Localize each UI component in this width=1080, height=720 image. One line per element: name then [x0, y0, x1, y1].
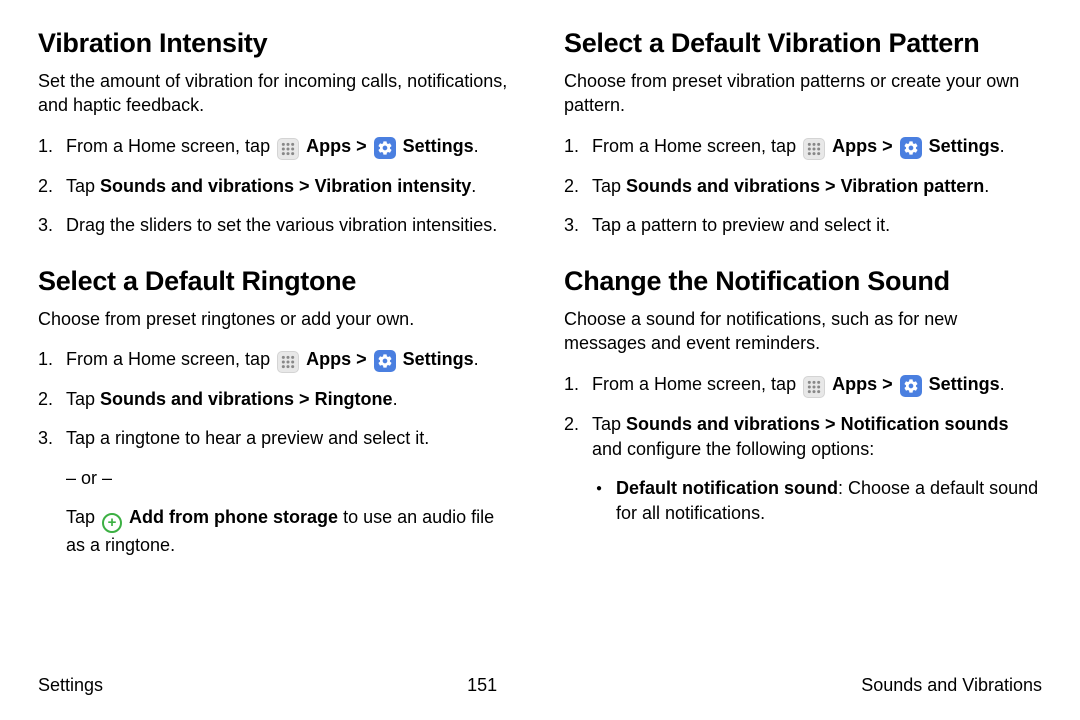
apps-label: Apps: [832, 374, 877, 394]
settings-icon: [374, 350, 396, 372]
settings-icon: [374, 137, 396, 159]
steps-list: From a Home screen, tap Apps > Settings.…: [38, 134, 516, 238]
step-item: From a Home screen, tap Apps > Settings.: [564, 134, 1042, 160]
settings-label: Settings: [403, 349, 474, 369]
plus-icon: +: [102, 513, 122, 533]
intro-text: Choose from preset ringtones or add your…: [38, 307, 516, 331]
step-alt: Tap + Add from phone storage to use an a…: [66, 505, 516, 558]
apps-label: Apps: [306, 136, 351, 156]
step-item: Tap Sounds and vibrations > Vibration pa…: [564, 174, 1042, 199]
heading-vibration-pattern: Select a Default Vibration Pattern: [564, 28, 1042, 59]
section-notification-sound: Change the Notification Sound Choose a s…: [564, 266, 1042, 526]
settings-label: Settings: [929, 136, 1000, 156]
step-item: From a Home screen, tap Apps > Settings.: [38, 347, 516, 373]
steps-list: From a Home screen, tap Apps > Settings.…: [564, 372, 1042, 527]
settings-label: Settings: [403, 136, 474, 156]
heading-notification-sound: Change the Notification Sound: [564, 266, 1042, 297]
step-item: Tap a pattern to preview and select it.: [564, 213, 1042, 238]
step-item: From a Home screen, tap Apps > Settings.: [564, 372, 1042, 398]
options-list: Default notification sound: Choose a def…: [592, 476, 1042, 526]
apps-icon: [277, 351, 299, 373]
left-column: Vibration Intensity Set the amount of vi…: [38, 28, 516, 586]
footer-page-number: 151: [467, 675, 497, 696]
apps-icon: [803, 376, 825, 398]
settings-icon: [900, 137, 922, 159]
section-vibration-pattern: Select a Default Vibration Pattern Choos…: [564, 28, 1042, 238]
steps-list: From a Home screen, tap Apps > Settings.…: [564, 134, 1042, 238]
apps-label: Apps: [306, 349, 351, 369]
step-item: From a Home screen, tap Apps > Settings.: [38, 134, 516, 160]
apps-label: Apps: [832, 136, 877, 156]
intro-text: Choose from preset vibration patterns or…: [564, 69, 1042, 118]
footer-left: Settings: [38, 675, 103, 696]
apps-icon: [277, 138, 299, 160]
step-item: Drag the sliders to set the various vibr…: [38, 213, 516, 238]
intro-text: Choose a sound for notifications, such a…: [564, 307, 1042, 356]
apps-icon: [803, 138, 825, 160]
or-separator: – or –: [66, 466, 516, 491]
heading-default-ringtone: Select a Default Ringtone: [38, 266, 516, 297]
steps-list: From a Home screen, tap Apps > Settings.…: [38, 347, 516, 558]
option-item: Default notification sound: Choose a def…: [592, 476, 1042, 526]
settings-icon: [900, 375, 922, 397]
step-item: Tap Sounds and vibrations > Notification…: [564, 412, 1042, 527]
section-default-ringtone: Select a Default Ringtone Choose from pr…: [38, 266, 516, 558]
heading-vibration-intensity: Vibration Intensity: [38, 28, 516, 59]
page-footer: Settings 151 Sounds and Vibrations: [38, 675, 1042, 696]
footer-right: Sounds and Vibrations: [861, 675, 1042, 696]
step-item: Tap Sounds and vibrations > Vibration in…: [38, 174, 516, 199]
step-item: Tap Sounds and vibrations > Ringtone.: [38, 387, 516, 412]
intro-text: Set the amount of vibration for incoming…: [38, 69, 516, 118]
right-column: Select a Default Vibration Pattern Choos…: [564, 28, 1042, 586]
section-vibration-intensity: Vibration Intensity Set the amount of vi…: [38, 28, 516, 238]
step-item: Tap a ringtone to hear a preview and sel…: [38, 426, 516, 558]
settings-label: Settings: [929, 374, 1000, 394]
